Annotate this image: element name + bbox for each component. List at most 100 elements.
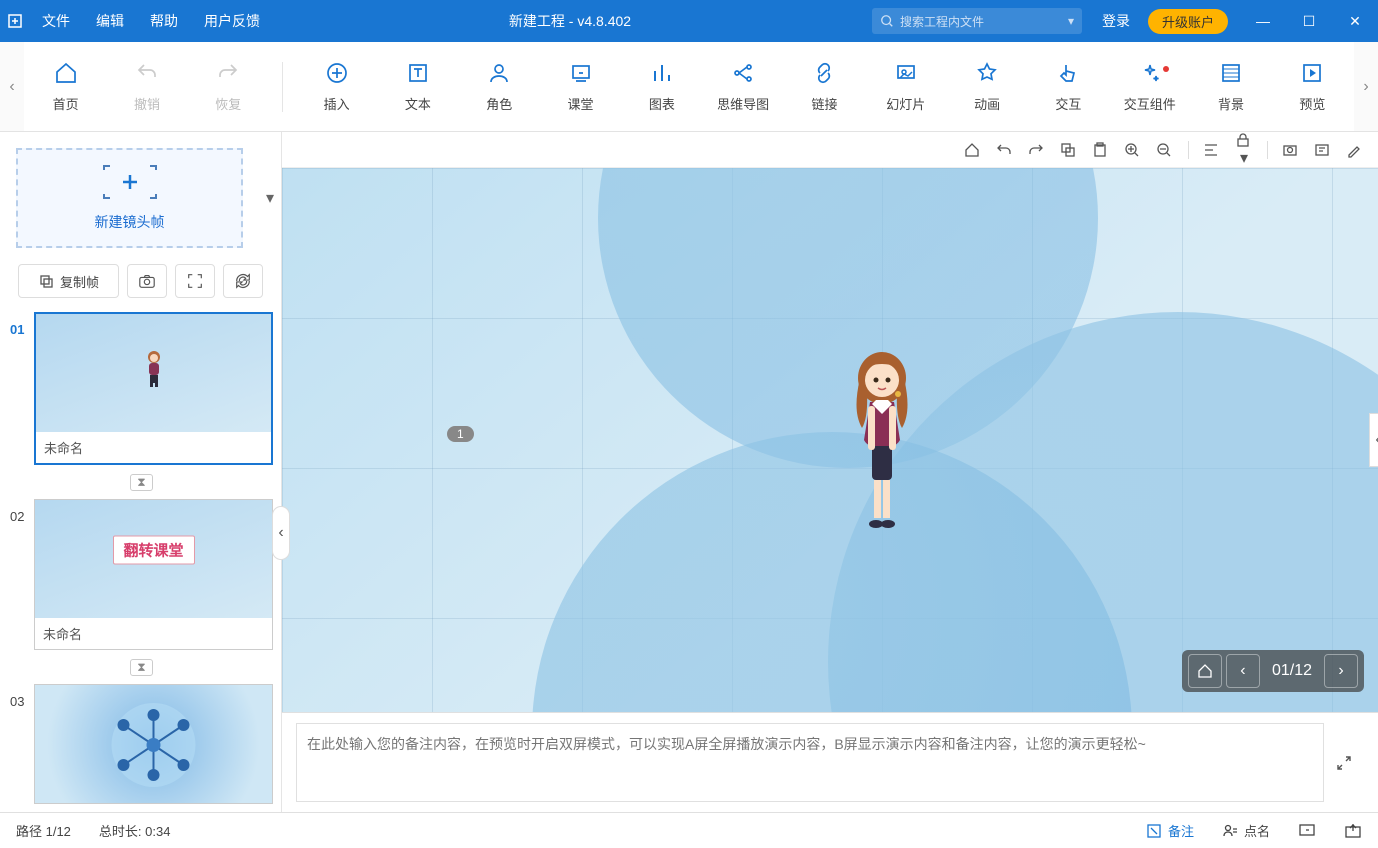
status-export-button[interactable] xyxy=(1344,822,1362,840)
frame-item-2[interactable]: 02 翻转课堂 未命名 xyxy=(10,499,273,650)
lock-icon[interactable]: ▾ xyxy=(1235,132,1253,168)
search-icon xyxy=(880,14,894,28)
stage[interactable]: 1 xyxy=(282,168,1378,712)
upgrade-button[interactable]: 升级账户 xyxy=(1148,9,1228,34)
status-presentation-button[interactable] xyxy=(1298,822,1316,840)
frame-timer[interactable]: ⧗ xyxy=(10,656,273,684)
new-frame-dropdown[interactable]: ▾ xyxy=(259,132,281,264)
rotate-right-icon[interactable] xyxy=(1028,142,1046,158)
window-title: 新建工程 - v4.8.402 xyxy=(268,11,872,31)
screen-icon xyxy=(1298,822,1316,840)
notes-expand-button[interactable] xyxy=(1324,723,1364,802)
frame-number: 01 xyxy=(10,312,34,337)
fullscreen-button[interactable] xyxy=(175,264,215,298)
frame-caption: 未命名 xyxy=(36,432,271,463)
nav-prev-button[interactable]: ‹ xyxy=(1226,654,1260,688)
tool-animation[interactable]: 动画 xyxy=(949,60,1024,113)
redo-icon xyxy=(215,60,241,86)
nav-home-button[interactable] xyxy=(1188,654,1222,688)
close-button[interactable]: ✕ xyxy=(1332,0,1378,42)
frame-number: 02 xyxy=(10,499,34,524)
plus-circle-icon xyxy=(324,60,350,86)
tool-interact-widget[interactable]: 交互组件 xyxy=(1112,60,1187,113)
snapshot-icon[interactable] xyxy=(1282,142,1300,158)
stage-nav-pill: ‹ 01/12 › xyxy=(1182,650,1364,692)
paste-icon[interactable] xyxy=(1092,142,1110,158)
canvas-home-icon[interactable] xyxy=(964,142,982,158)
tool-classroom[interactable]: 课堂 xyxy=(543,60,618,113)
menu-help[interactable]: 帮助 xyxy=(142,11,186,31)
frames-panel: 新建镜头帧 ▾ 复制帧 01 未 xyxy=(0,132,282,812)
minimize-button[interactable]: ― xyxy=(1240,0,1286,42)
chart-icon xyxy=(649,60,675,86)
copy-icon[interactable] xyxy=(1060,142,1078,158)
tool-mindmap[interactable]: 思维导图 xyxy=(705,60,780,113)
menu-file[interactable]: 文件 xyxy=(34,11,78,31)
nav-next-button[interactable]: › xyxy=(1324,654,1358,688)
chevron-down-icon[interactable]: ▾ xyxy=(1068,14,1074,28)
tool-redo[interactable]: 恢复 xyxy=(191,60,266,113)
collapse-right-panel[interactable]: ‹ xyxy=(1369,413,1378,467)
loop-button[interactable] xyxy=(223,264,263,298)
toolbar-scroll-right[interactable]: › xyxy=(1354,42,1378,131)
expand-icon xyxy=(186,272,204,290)
person-icon xyxy=(486,60,512,86)
rotate-left-icon[interactable] xyxy=(996,142,1014,158)
frame-item-3[interactable]: 03 xyxy=(10,684,273,804)
collapse-left-panel[interactable]: ‹ xyxy=(272,506,290,560)
title-bar: 文件 编辑 帮助 用户反馈 新建工程 - v4.8.402 搜索工程内文件 ▾ … xyxy=(0,0,1378,42)
character-element[interactable] xyxy=(842,348,922,538)
crop-corners-icon xyxy=(102,164,158,200)
menu-feedback[interactable]: 用户反馈 xyxy=(196,11,268,31)
search-input[interactable]: 搜索工程内文件 ▾ xyxy=(872,8,1082,34)
frame-actions: 复制帧 xyxy=(0,264,281,308)
rollcall-icon xyxy=(1222,823,1238,839)
frame-marker-badge[interactable]: 1 xyxy=(447,426,474,442)
login-link[interactable]: 登录 xyxy=(1102,11,1130,31)
app-logo-icon xyxy=(0,13,30,29)
tool-insert[interactable]: 插入 xyxy=(299,60,374,113)
frame-item-1[interactable]: 01 未命名 xyxy=(10,312,273,465)
tool-slide[interactable]: 幻灯片 xyxy=(868,60,943,113)
new-frame-label: 新建镜头帧 xyxy=(95,212,165,232)
maximize-button[interactable]: ☐ xyxy=(1286,0,1332,42)
notes-panel xyxy=(282,712,1378,812)
loop-icon xyxy=(234,272,252,290)
frame-list: 01 未命名 ⧗ 02 翻转课堂 未命名 xyxy=(0,308,281,812)
status-bar: 路径 1/12 总时长: 0:34 备注 点名 xyxy=(0,812,1378,848)
status-rollcall-button[interactable]: 点名 xyxy=(1222,821,1270,840)
sparkle-icon xyxy=(1137,60,1163,86)
tool-home[interactable]: 首页 xyxy=(28,60,103,113)
tool-chart[interactable]: 图表 xyxy=(624,60,699,113)
molecule-icon xyxy=(35,685,272,803)
edit-icon[interactable] xyxy=(1346,142,1364,158)
camera-icon xyxy=(138,272,156,290)
slide-icon xyxy=(893,60,919,86)
notes-textarea[interactable] xyxy=(296,723,1324,802)
menu-bar: 文件 编辑 帮助 用户反馈 xyxy=(34,11,268,31)
tool-link[interactable]: 链接 xyxy=(787,60,862,113)
menu-edit[interactable]: 编辑 xyxy=(88,11,132,31)
title-right: 登录 升级账户 xyxy=(1102,9,1228,34)
tool-undo[interactable]: 撤销 xyxy=(109,60,184,113)
frame-thumbnail xyxy=(35,685,272,803)
tool-role[interactable]: 角色 xyxy=(462,60,537,113)
character-mini-icon xyxy=(143,349,165,389)
copy-icon xyxy=(38,273,54,289)
text-icon xyxy=(405,60,431,86)
copy-frame-button[interactable]: 复制帧 xyxy=(18,264,119,298)
align-icon[interactable] xyxy=(1203,142,1221,158)
tool-background[interactable]: 背景 xyxy=(1193,60,1268,113)
tool-interact[interactable]: 交互 xyxy=(1031,60,1106,113)
status-remark-button[interactable]: 备注 xyxy=(1146,821,1194,840)
tool-preview[interactable]: 预览 xyxy=(1275,60,1350,113)
zoom-in-icon[interactable] xyxy=(1124,142,1142,158)
frame-timer[interactable]: ⧗ xyxy=(10,471,273,499)
new-frame-button[interactable]: 新建镜头帧 xyxy=(16,148,243,248)
layers-icon[interactable] xyxy=(1314,142,1332,158)
camera-button[interactable] xyxy=(127,264,167,298)
zoom-out-icon[interactable] xyxy=(1156,142,1174,158)
frame-title-text: 翻转课堂 xyxy=(112,535,194,564)
tool-text[interactable]: 文本 xyxy=(380,60,455,113)
toolbar-scroll-left[interactable]: ‹ xyxy=(0,42,24,131)
